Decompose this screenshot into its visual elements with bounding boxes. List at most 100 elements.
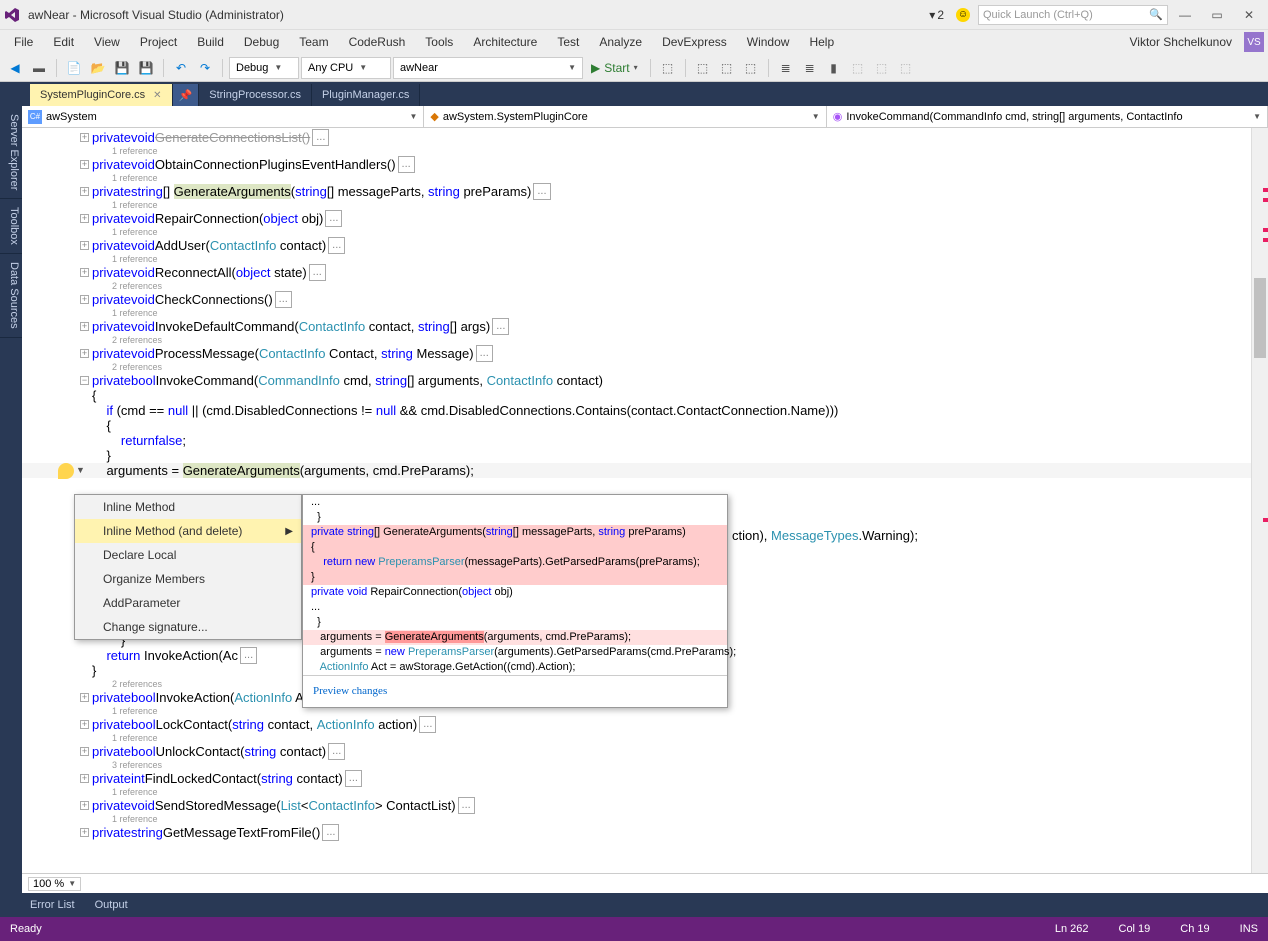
codelens[interactable]: 2 references [22,334,1268,346]
redo-icon[interactable]: ↷ [194,57,216,79]
maximize-button[interactable]: ▭ [1202,5,1232,25]
codelens[interactable]: 3 references [22,759,1268,771]
tb-icon-4[interactable]: ⬚ [740,57,762,79]
fold-icon[interactable]: + [80,801,89,810]
undo-icon[interactable]: ↶ [170,57,192,79]
new-project-icon[interactable]: 📄 [63,57,85,79]
fold-icon[interactable]: + [80,720,89,729]
codelens[interactable]: 1 reference [22,813,1268,825]
chevron-down-icon[interactable]: ▼ [76,463,85,478]
tool-data-sources[interactable]: Data Sources [0,254,22,338]
nav-back-button[interactable]: ◀ [4,57,26,79]
fold-icon[interactable]: + [80,828,89,837]
notification-flag[interactable]: ▾ 2 [929,8,944,22]
menu-coderush[interactable]: CodeRush [339,35,416,49]
menu-help[interactable]: Help [799,35,844,49]
zoom-combo[interactable]: 100 %▼ [28,877,81,891]
codelens[interactable]: 1 reference [22,786,1268,798]
menu-edit[interactable]: Edit [43,35,84,49]
tool-toolbox[interactable]: Toolbox [0,199,22,254]
codelens[interactable]: 1 reference [22,307,1268,319]
tb-icon-7[interactable]: ▮ [823,57,845,79]
menu-team[interactable]: Team [289,35,338,49]
user-avatar[interactable]: VS [1244,32,1264,52]
save-all-icon[interactable]: 💾 [135,57,157,79]
tb-icon-10[interactable]: ⬚ [895,57,917,79]
codelens[interactable]: 1 reference [22,732,1268,744]
tb-icon-9[interactable]: ⬚ [871,57,893,79]
nav-fwd-button[interactable]: ▬ [28,57,50,79]
tb-icon-8[interactable]: ⬚ [847,57,869,79]
fold-icon[interactable]: + [80,774,89,783]
refactor-organize-members[interactable]: Organize Members [75,567,301,591]
minimize-button[interactable]: — [1170,5,1200,25]
menu-devexpress[interactable]: DevExpress [652,35,737,49]
vertical-scrollbar[interactable] [1251,128,1268,873]
tab-error-list[interactable]: Error List [20,899,85,911]
codelens[interactable]: 1 reference [22,253,1268,265]
quick-launch-input[interactable]: Quick Launch (Ctrl+Q) 🔍 [978,5,1168,25]
fold-icon[interactable]: + [80,241,89,250]
tab-pinned[interactable]: 📌 [173,84,200,106]
tb-icon-3[interactable]: ⬚ [716,57,738,79]
menu-window[interactable]: Window [737,35,800,49]
menu-file[interactable]: File [4,35,43,49]
target-combo[interactable]: awNear▼ [393,57,583,79]
fold-icon[interactable]: + [80,133,89,142]
fold-icon[interactable]: + [80,322,89,331]
fold-icon[interactable]: + [80,187,89,196]
menu-test[interactable]: Test [547,35,589,49]
refactor-inline-method[interactable]: Inline Method [75,495,301,519]
menu-view[interactable]: View [84,35,130,49]
tb-icon-2[interactable]: ⬚ [692,57,714,79]
tab-output[interactable]: Output [85,899,138,911]
menu-tools[interactable]: Tools [415,35,463,49]
refactor-declare-local[interactable]: Declare Local [75,543,301,567]
tb-icon-1[interactable]: ⬚ [657,57,679,79]
fold-icon[interactable]: + [80,295,89,304]
codelens[interactable]: 1 reference [22,172,1268,184]
fold-icon[interactable]: + [80,693,89,702]
close-icon[interactable]: ✕ [153,90,161,101]
preview-changes-link[interactable]: Preview changes [303,675,727,707]
refactor-add-parameter[interactable]: AddParameter [75,591,301,615]
codelens[interactable]: 2 references [22,361,1268,373]
close-button[interactable]: ✕ [1234,5,1264,25]
menu-build[interactable]: Build [187,35,234,49]
fold-icon[interactable]: + [80,747,89,756]
fold-icon[interactable]: + [80,214,89,223]
fold-icon[interactable]: − [80,376,89,385]
codelens[interactable]: 1 reference [22,226,1268,238]
refactor-change-signature[interactable]: Change signature... [75,615,301,639]
fold-icon[interactable]: + [80,349,89,358]
codelens[interactable]: 1 reference [22,145,1268,157]
menu-debug[interactable]: Debug [234,35,289,49]
menu-analyze[interactable]: Analyze [589,35,652,49]
tab-pluginmanager[interactable]: PluginManager.cs [312,84,420,106]
scrollbar-thumb[interactable] [1254,278,1266,358]
tab-stringprocessor[interactable]: StringProcessor.cs [199,84,312,106]
nav-member-combo[interactable]: ◉InvokeCommand(CommandInfo cmd, string[]… [827,106,1268,127]
user-name[interactable]: Viktor Shchelkunov [1129,35,1238,49]
nav-class-combo[interactable]: ◆awSystem.SystemPluginCore▼ [424,106,826,127]
tb-icon-6[interactable]: ≣ [799,57,821,79]
fold-icon[interactable]: + [80,268,89,277]
start-button[interactable]: ▶ Start ▾ [585,61,644,75]
codelens[interactable]: 2 references [22,280,1268,292]
open-icon[interactable]: 📂 [87,57,109,79]
feedback-icon[interactable]: ☺ [956,8,970,22]
tb-icon-5[interactable]: ≣ [775,57,797,79]
fold-icon[interactable]: + [80,160,89,169]
code-editor[interactable]: + private void GenerateConnectionsList()… [22,128,1268,873]
config-combo[interactable]: Debug▼ [229,57,299,79]
tool-server-explorer[interactable]: Server Explorer [0,106,22,199]
lightbulb-icon[interactable] [58,463,74,479]
menu-project[interactable]: Project [130,35,187,49]
platform-combo[interactable]: Any CPU▼ [301,57,391,79]
save-icon[interactable]: 💾 [111,57,133,79]
menu-architecture[interactable]: Architecture [463,35,547,49]
tab-active[interactable]: SystemPluginCore.cs✕ [30,84,173,106]
nav-project-combo[interactable]: C#awSystem▼ [22,106,424,127]
codelens[interactable]: 1 reference [22,199,1268,211]
refactor-inline-method-delete[interactable]: Inline Method (and delete)▶ [75,519,301,543]
